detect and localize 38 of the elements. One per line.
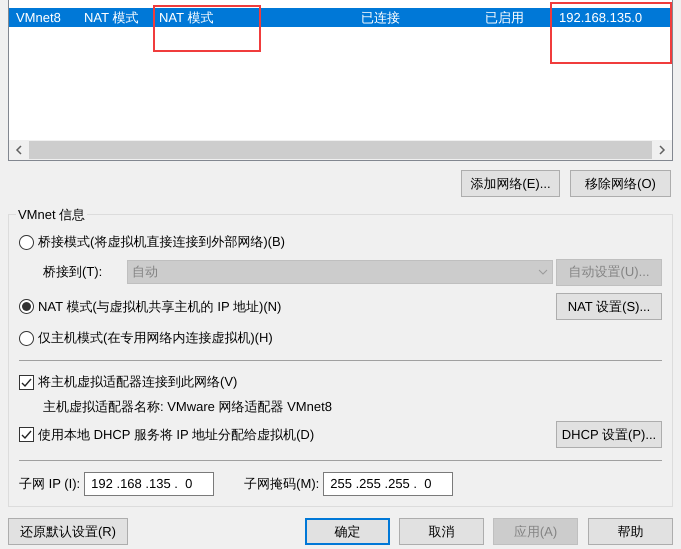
radio-button[interactable] <box>19 234 34 250</box>
table-cell: 已连接 <box>361 10 400 25</box>
button[interactable]: NAT 设置(S)... <box>556 293 662 320</box>
subnet-mask-field[interactable]: 255 .255 .255 . 0 <box>323 472 454 496</box>
button[interactable]: 帮助 <box>588 518 673 545</box>
table-cell: 192.168.135.0 <box>559 10 642 25</box>
subnet-mask-label: 子网掩码(M): <box>244 474 320 493</box>
chevron-down-icon <box>538 269 548 275</box>
group-title: VMnet 信息 <box>17 206 86 224</box>
radio-label[interactable]: 桥接模式(将虚拟机直接连接到外部网络)(B) <box>38 232 285 252</box>
table-row[interactable]: VMnet8 NAT 模式 NAT 模式 已连接 已启用 192.168.135.0 <box>9 8 672 27</box>
table-cell: NAT 模式 <box>159 10 214 25</box>
button[interactable]: 添加网络(E)... <box>461 170 560 197</box>
button[interactable]: DHCP 设置(P)... <box>556 421 662 448</box>
radio-button[interactable] <box>19 330 34 346</box>
scroll-right-icon[interactable] <box>658 145 666 155</box>
network-table[interactable]: VMnet8 NAT 模式 NAT 模式 已连接 已启用 192.168.135.0 <box>8 0 673 161</box>
bridge-to-label: 桥接到(T): <box>43 263 104 282</box>
subnet-ip-label: 子网 IP (I): <box>19 474 80 493</box>
horizontal-scrollbar[interactable] <box>9 140 672 160</box>
scrollbar-thumb[interactable] <box>29 141 652 159</box>
radio-label[interactable]: 仅主机模式(在专用网络内连接虚拟机)(H) <box>38 328 273 348</box>
checkbox[interactable] <box>19 427 34 442</box>
table-cell: NAT 模式 <box>84 10 138 25</box>
radio-label[interactable]: NAT 模式(与虚拟机共享主机的 IP 地址)(N) <box>38 296 282 316</box>
button[interactable]: 移除网络(O) <box>570 170 671 197</box>
adapter-name-text: 主机虚拟适配器名称: VMware 网络适配器 VMnet8 <box>42 398 333 416</box>
scroll-left-icon[interactable] <box>15 145 23 155</box>
table-cell: VMnet8 <box>16 10 61 25</box>
button[interactable]: 还原默认设置(R) <box>8 518 128 545</box>
button[interactable]: 确定 <box>305 518 390 545</box>
checkbox-label[interactable]: 将主机虚拟适配器连接到此网络(V) <box>38 372 238 392</box>
button[interactable]: 取消 <box>399 518 484 545</box>
table-cell: 已启用 <box>485 10 524 25</box>
checkbox-label[interactable]: 使用本地 DHCP 服务将 IP 地址分配给虚拟机(D) <box>38 424 314 444</box>
subnet-ip-field[interactable]: 192 .168 .135 . 0 <box>84 472 214 496</box>
radio-button[interactable] <box>19 299 34 314</box>
checkbox[interactable] <box>19 374 34 390</box>
